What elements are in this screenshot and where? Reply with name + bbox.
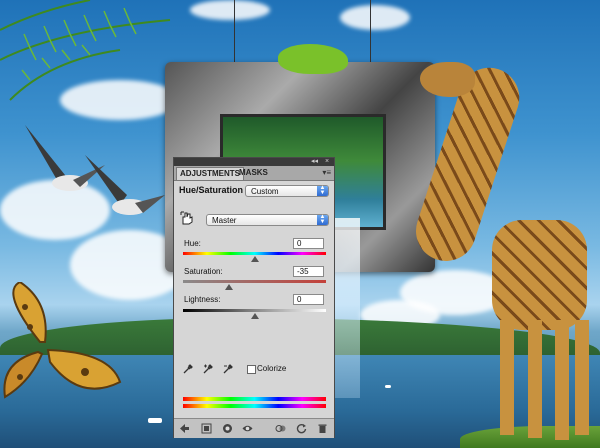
- fern-leaves: [0, 0, 171, 101]
- tab-masks[interactable]: MASKS: [236, 167, 271, 179]
- butterfly: [3, 282, 122, 399]
- output-color-spectrum: [183, 404, 326, 408]
- lightness-slider-track[interactable]: [183, 309, 326, 312]
- cloud: [340, 5, 410, 30]
- adjustment-title: Hue/Saturation: [179, 185, 244, 195]
- giraffe-leg: [500, 320, 514, 435]
- lightness-slider-thumb[interactable]: [251, 313, 259, 319]
- chevron-updown-icon: ▲ ▼: [317, 214, 328, 225]
- eyedropper-plus-icon[interactable]: [203, 364, 214, 374]
- input-color-spectrum: [183, 397, 326, 401]
- adjustments-panel: ◂◂ × ADJUSTMENTS MASKS ▾≡ Hue/Saturation…: [173, 157, 335, 438]
- back-arrow-icon[interactable]: [179, 423, 190, 434]
- trash-icon[interactable]: [317, 423, 328, 434]
- chameleon: [278, 44, 348, 74]
- colorize-checkbox[interactable]: [247, 365, 256, 374]
- hue-field[interactable]: [293, 238, 324, 249]
- layer-visibility-icon[interactable]: [222, 423, 233, 434]
- hue-slider-thumb[interactable]: [251, 256, 259, 262]
- eyedropper-minus-icon[interactable]: [223, 364, 234, 374]
- lightness-label: Lightness:: [184, 295, 221, 304]
- panel-bottom-bar: [174, 418, 334, 438]
- saturation-slider-track[interactable]: [183, 280, 326, 283]
- eyedropper-icon[interactable]: [183, 364, 193, 374]
- hue-slider-track[interactable]: [183, 252, 326, 255]
- giraffe-leg: [528, 320, 542, 438]
- lightness-field[interactable]: [293, 294, 324, 305]
- channel-select[interactable]: Master ▲ ▼: [206, 214, 329, 226]
- preset-select[interactable]: Custom ▲ ▼: [245, 185, 329, 197]
- giraffe-head: [420, 62, 475, 97]
- clip-layer-icon[interactable]: [201, 423, 212, 434]
- frame-wire: [234, 0, 235, 62]
- view-previous-icon[interactable]: [275, 423, 286, 434]
- panel-menu-button[interactable]: ▾≡: [322, 168, 331, 177]
- frame-wire: [370, 0, 371, 62]
- saturation-label: Saturation:: [184, 267, 223, 276]
- panel-titlebar: ◂◂ ×: [174, 158, 334, 166]
- hand-icon[interactable]: [180, 211, 194, 225]
- giraffe-body: [492, 220, 587, 330]
- boat: [385, 385, 391, 388]
- boat: [148, 418, 162, 423]
- channel-select-value: Master: [212, 216, 237, 225]
- collapse-panel-button[interactable]: ◂◂: [311, 158, 318, 165]
- preset-select-value: Custom: [251, 187, 279, 196]
- panel-tabs: ADJUSTMENTS MASKS ▾≡: [174, 166, 334, 181]
- giraffe-leg: [555, 320, 569, 440]
- reset-icon[interactable]: [296, 423, 307, 434]
- tab-adjustments[interactable]: ADJUSTMENTS: [176, 167, 245, 180]
- saturation-slider-thumb[interactable]: [225, 284, 233, 290]
- seagull: [85, 155, 165, 215]
- saturation-field[interactable]: [293, 266, 324, 277]
- chevron-updown-icon: ▲ ▼: [317, 185, 328, 196]
- eye-icon[interactable]: [242, 423, 253, 434]
- giraffe-leg: [575, 320, 589, 435]
- cloud: [190, 0, 270, 20]
- close-panel-button[interactable]: ×: [325, 158, 329, 165]
- hue-label: Hue:: [184, 239, 201, 248]
- colorize-label: Colorize: [257, 364, 287, 373]
